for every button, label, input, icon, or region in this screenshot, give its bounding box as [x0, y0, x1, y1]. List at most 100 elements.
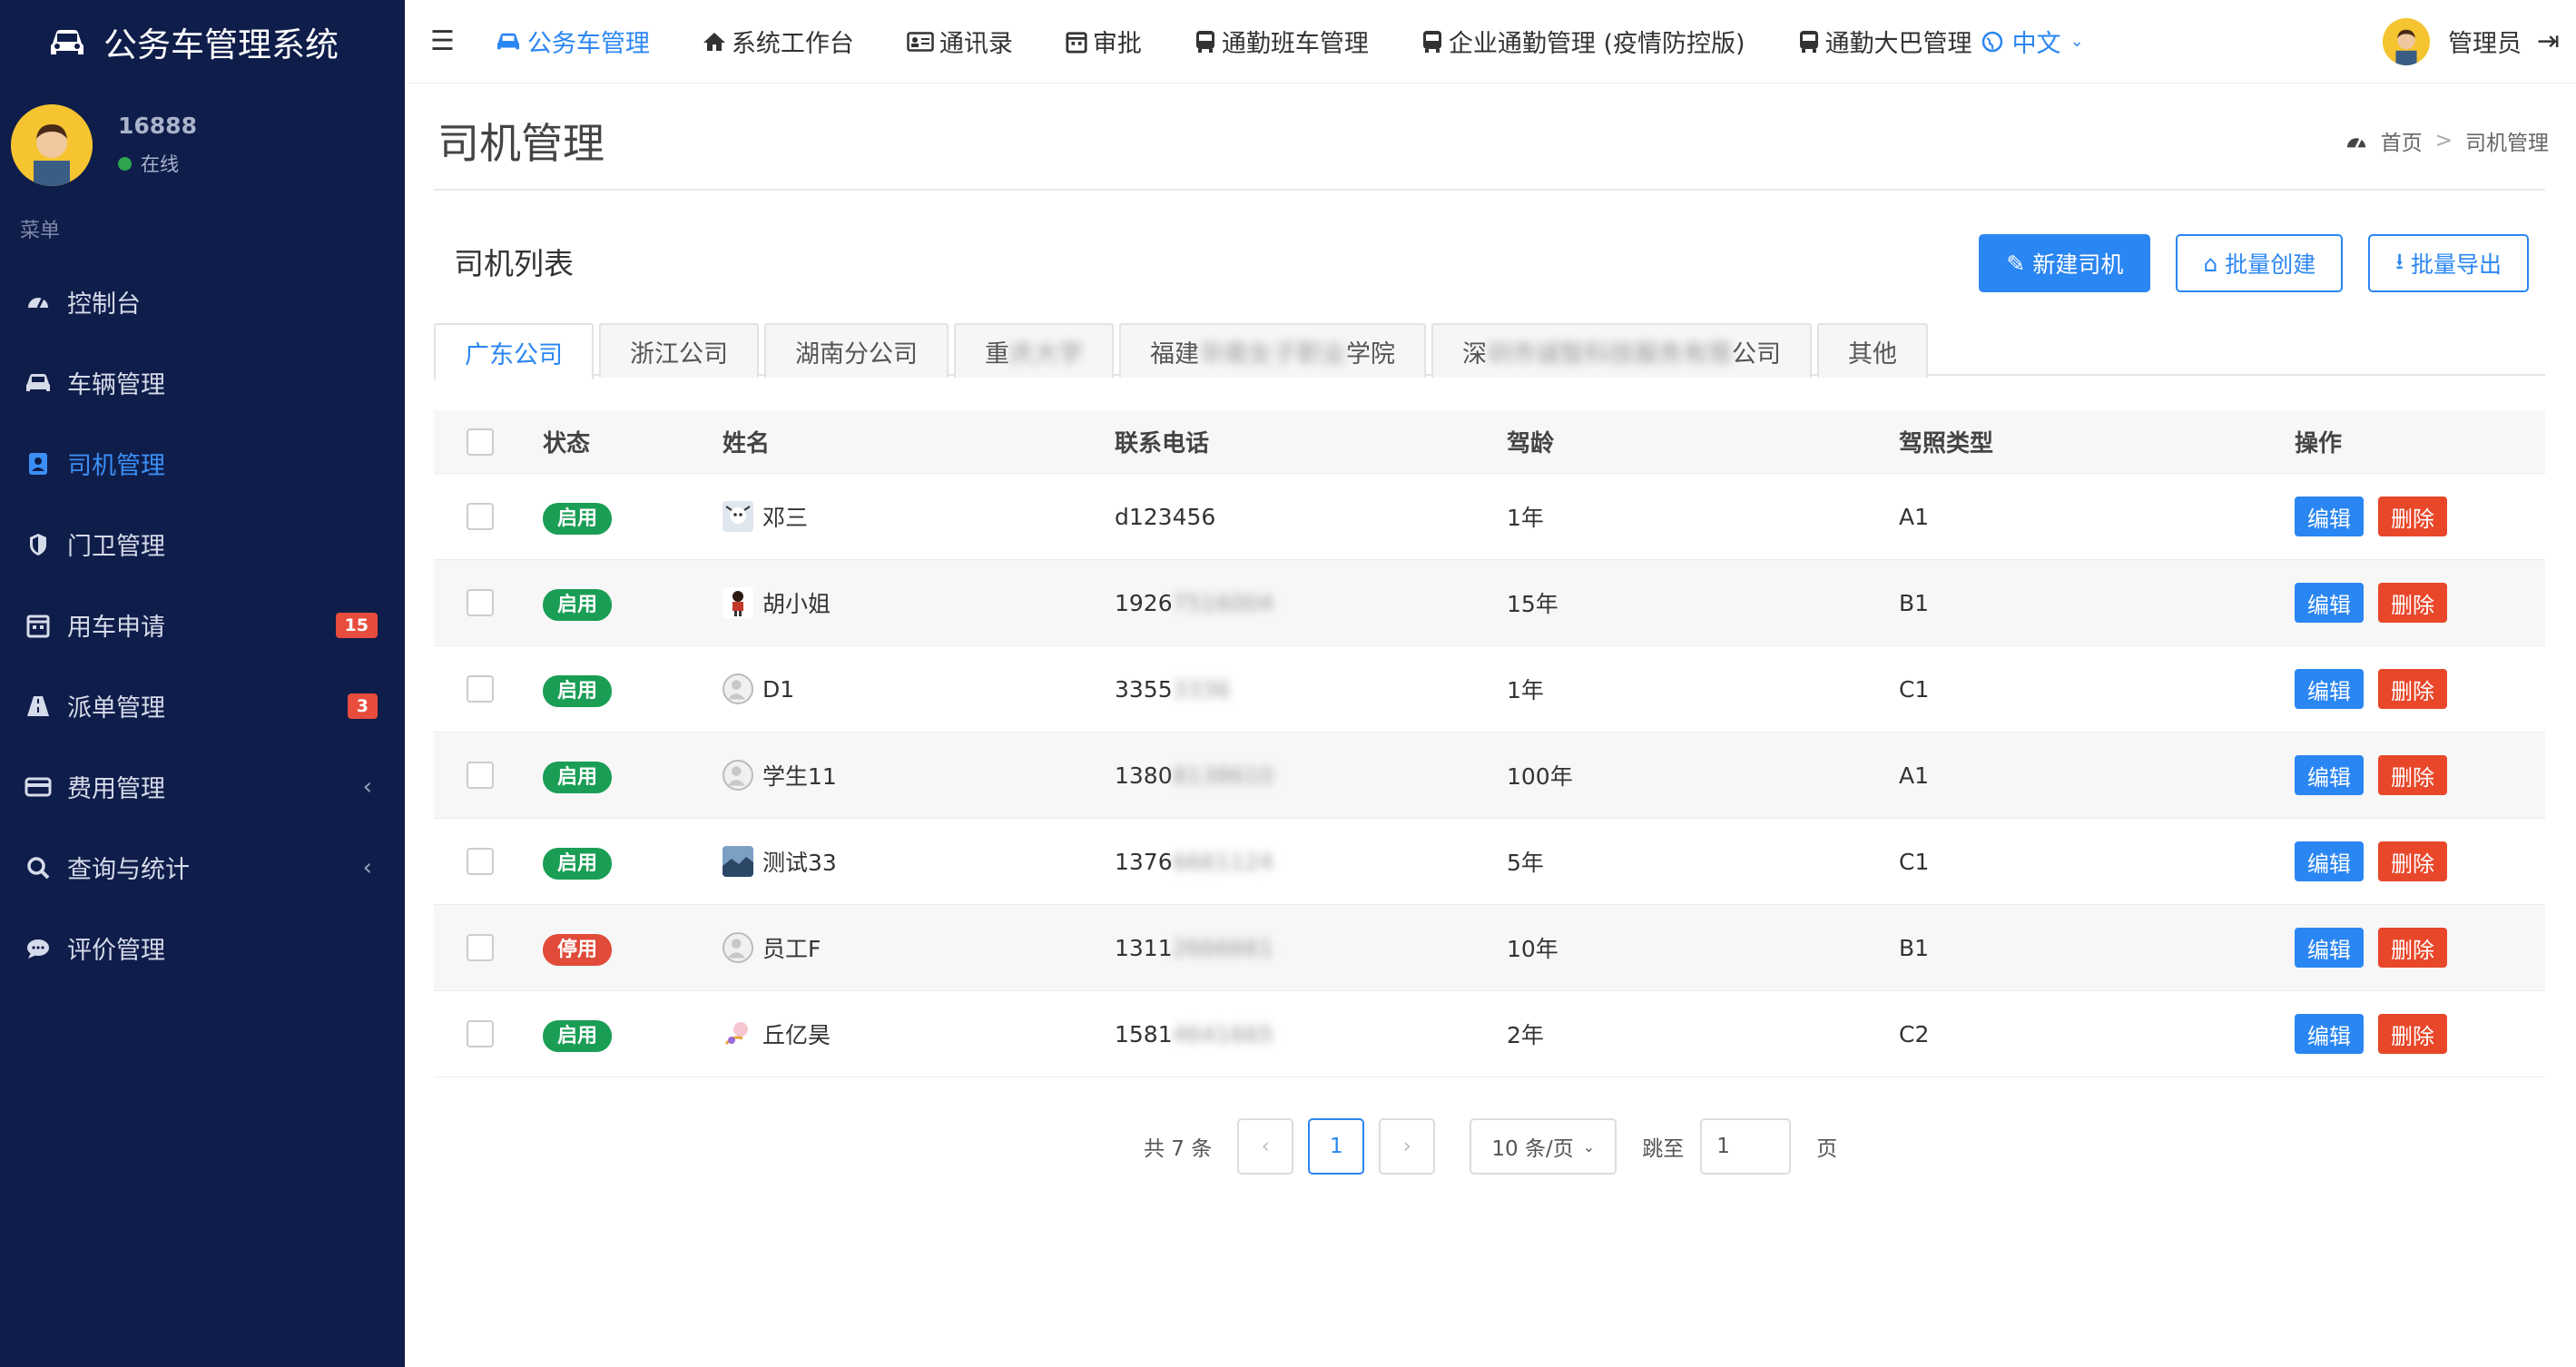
- driver-avatar: [723, 501, 753, 532]
- tab-fujian[interactable]: 福建 华南女子职业 学院: [1119, 323, 1426, 378]
- driver-avatar: [723, 1018, 753, 1049]
- edit-button[interactable]: 编辑: [2295, 841, 2364, 881]
- delete-button[interactable]: 删除: [2378, 497, 2447, 536]
- nav-approval[interactable]: 审批: [1066, 24, 1142, 59]
- tab-zhejiang[interactable]: 浙江公司: [599, 323, 759, 378]
- chevron-left-icon: ‹: [362, 853, 372, 881]
- sidebar-item-label: 用车申请: [67, 614, 165, 642]
- nav-commute-bus[interactable]: 通勤大巴管理: [1798, 24, 1972, 59]
- nav-contacts[interactable]: 通讯录: [907, 24, 1013, 59]
- panel-title: 司机列表: [454, 246, 574, 281]
- nav-label: 通讯录: [939, 30, 1013, 58]
- breadcrumb-home[interactable]: 首页: [2381, 125, 2423, 156]
- col-driving-years: 驾龄: [1507, 430, 1555, 457]
- online-dot-icon: [118, 156, 132, 171]
- jump-page-input[interactable]: 1: [1700, 1118, 1792, 1175]
- sidebar-item-statistics[interactable]: 查询与统计 ‹: [0, 827, 405, 908]
- sidebar-item-dispatch[interactable]: 派单管理 3: [0, 665, 405, 746]
- bus-icon: [1422, 30, 1441, 53]
- sidebar-item-guards[interactable]: 门卫管理: [0, 504, 405, 585]
- sidebar-item-vehicles[interactable]: 车辆管理: [0, 342, 405, 423]
- language-label: 中文: [2011, 30, 2061, 58]
- edit-button[interactable]: 编辑: [2295, 928, 2364, 968]
- delete-button[interactable]: 删除: [2378, 583, 2447, 623]
- status-badge: 启用: [543, 503, 613, 535]
- driver-table: 状态 姓名 联系电话 驾龄 驾照类型 操作 启用 邓三 d123456 1年 A…: [434, 410, 2545, 1077]
- sidebar-item-label: 评价管理: [67, 937, 165, 965]
- driver-phone: 1376: [1115, 848, 1173, 875]
- sidebar-item-costs[interactable]: 费用管理 ‹: [0, 746, 405, 827]
- language-selector[interactable]: 中文 ⌄: [1981, 24, 2084, 59]
- row-checkbox[interactable]: [467, 934, 494, 961]
- jump-value: 1: [1716, 1135, 1730, 1158]
- tab-hunan[interactable]: 湖南分公司: [764, 323, 949, 378]
- table-row: 启用 测试33 13766661124 5年 C1 编辑 删除: [434, 819, 2545, 905]
- driving-years: 100年: [1507, 763, 1573, 790]
- edit-button[interactable]: 编辑: [2295, 1014, 2364, 1054]
- page-size-select[interactable]: 10 条/页 ⌄: [1470, 1118, 1617, 1175]
- nav-workbench[interactable]: 系统工作台: [703, 24, 854, 59]
- nav-label: 系统工作台: [731, 30, 854, 58]
- app-brand[interactable]: 公务车管理系统: [0, 0, 405, 84]
- tab-shenzhen[interactable]: 深圳市诚智科技服务有限 公司: [1431, 323, 1812, 378]
- row-checkbox[interactable]: [467, 848, 494, 875]
- delete-button[interactable]: 删除: [2378, 841, 2447, 881]
- sidebar-item-reviews[interactable]: 评价管理: [0, 908, 405, 988]
- car-logo-icon: [51, 30, 84, 54]
- sidebar-item-car-requests[interactable]: 用车申请 15: [0, 585, 405, 665]
- tab-chongqing[interactable]: 重庆大学: [954, 323, 1114, 378]
- delete-button[interactable]: 删除: [2378, 669, 2447, 709]
- new-driver-button[interactable]: ✎ 新建司机: [1979, 234, 2151, 292]
- breadcrumb: 首页 > 司机管理: [2345, 125, 2549, 156]
- globe-icon: [1981, 31, 2002, 52]
- edit-button[interactable]: 编辑: [2295, 755, 2364, 795]
- nav-label: 企业通勤管理 (疫情防控版): [1448, 30, 1745, 58]
- tab-label: 公司: [1732, 339, 1781, 369]
- edit-button[interactable]: 编辑: [2295, 497, 2364, 536]
- download-icon: ⭳: [2395, 247, 2404, 274]
- delete-button[interactable]: 删除: [2378, 928, 2447, 968]
- delete-button[interactable]: 删除: [2378, 755, 2447, 795]
- dispatch-count-badge: 3: [347, 693, 378, 719]
- batch-export-button[interactable]: ⭳ 批量导出: [2368, 234, 2529, 292]
- hamburger-menu-icon[interactable]: ☰: [430, 25, 455, 57]
- nav-official-car[interactable]: 公务车管理: [495, 24, 650, 59]
- prev-page-button[interactable]: ‹: [1237, 1118, 1294, 1175]
- id-card-icon: [907, 31, 934, 52]
- driving-years: 10年: [1507, 936, 1558, 962]
- sidebar-item-drivers[interactable]: 司机管理: [0, 423, 405, 504]
- tab-label: 深: [1462, 339, 1487, 369]
- row-checkbox[interactable]: [467, 675, 494, 703]
- page-1-button[interactable]: 1: [1308, 1118, 1365, 1175]
- row-checkbox[interactable]: [467, 589, 494, 616]
- admin-menu[interactable]: 管理员: [2383, 17, 2522, 65]
- tab-other[interactable]: 其他: [1817, 323, 1928, 378]
- logout-icon[interactable]: ⇥: [2537, 25, 2560, 57]
- status-badge: 启用: [543, 675, 613, 707]
- sidebar-item-dashboard[interactable]: 控制台: [0, 261, 405, 342]
- chevron-down-icon: ⌄: [2070, 32, 2084, 51]
- batch-create-button[interactable]: ⌂ 批量创建: [2176, 234, 2344, 292]
- user-avatar[interactable]: [11, 104, 93, 186]
- row-checkbox[interactable]: [467, 503, 494, 530]
- car-icon: [24, 369, 53, 398]
- row-checkbox[interactable]: [467, 762, 494, 789]
- edit-button[interactable]: 编辑: [2295, 669, 2364, 709]
- nav-shuttle[interactable]: 通勤班车管理: [1195, 24, 1369, 59]
- nav-enterprise-commute[interactable]: 企业通勤管理 (疫情防控版): [1421, 24, 1745, 59]
- select-all-checkbox[interactable]: [467, 428, 494, 456]
- tab-label-redacted: 华南女子职业: [1199, 339, 1346, 369]
- main-content: 司机管理 首页 > 司机管理 司机列表 ✎ 新建司机 ⌂ 批量创建 ⭳ 批量导出…: [405, 84, 2576, 1367]
- driver-phone: d123456: [1115, 503, 1216, 530]
- status-badge: 停用: [543, 934, 613, 966]
- comment-icon: [24, 934, 53, 963]
- delete-button[interactable]: 删除: [2378, 1014, 2447, 1054]
- next-page-button[interactable]: ›: [1379, 1118, 1436, 1175]
- admin-name: 管理员: [2448, 30, 2522, 58]
- edit-button[interactable]: 编辑: [2295, 583, 2364, 623]
- tab-guangdong[interactable]: 广东公司: [434, 323, 594, 379]
- row-checkbox[interactable]: [467, 1020, 494, 1047]
- status-badge: 启用: [543, 1020, 613, 1052]
- road-icon: [24, 692, 53, 721]
- user-status: 在线: [118, 150, 179, 177]
